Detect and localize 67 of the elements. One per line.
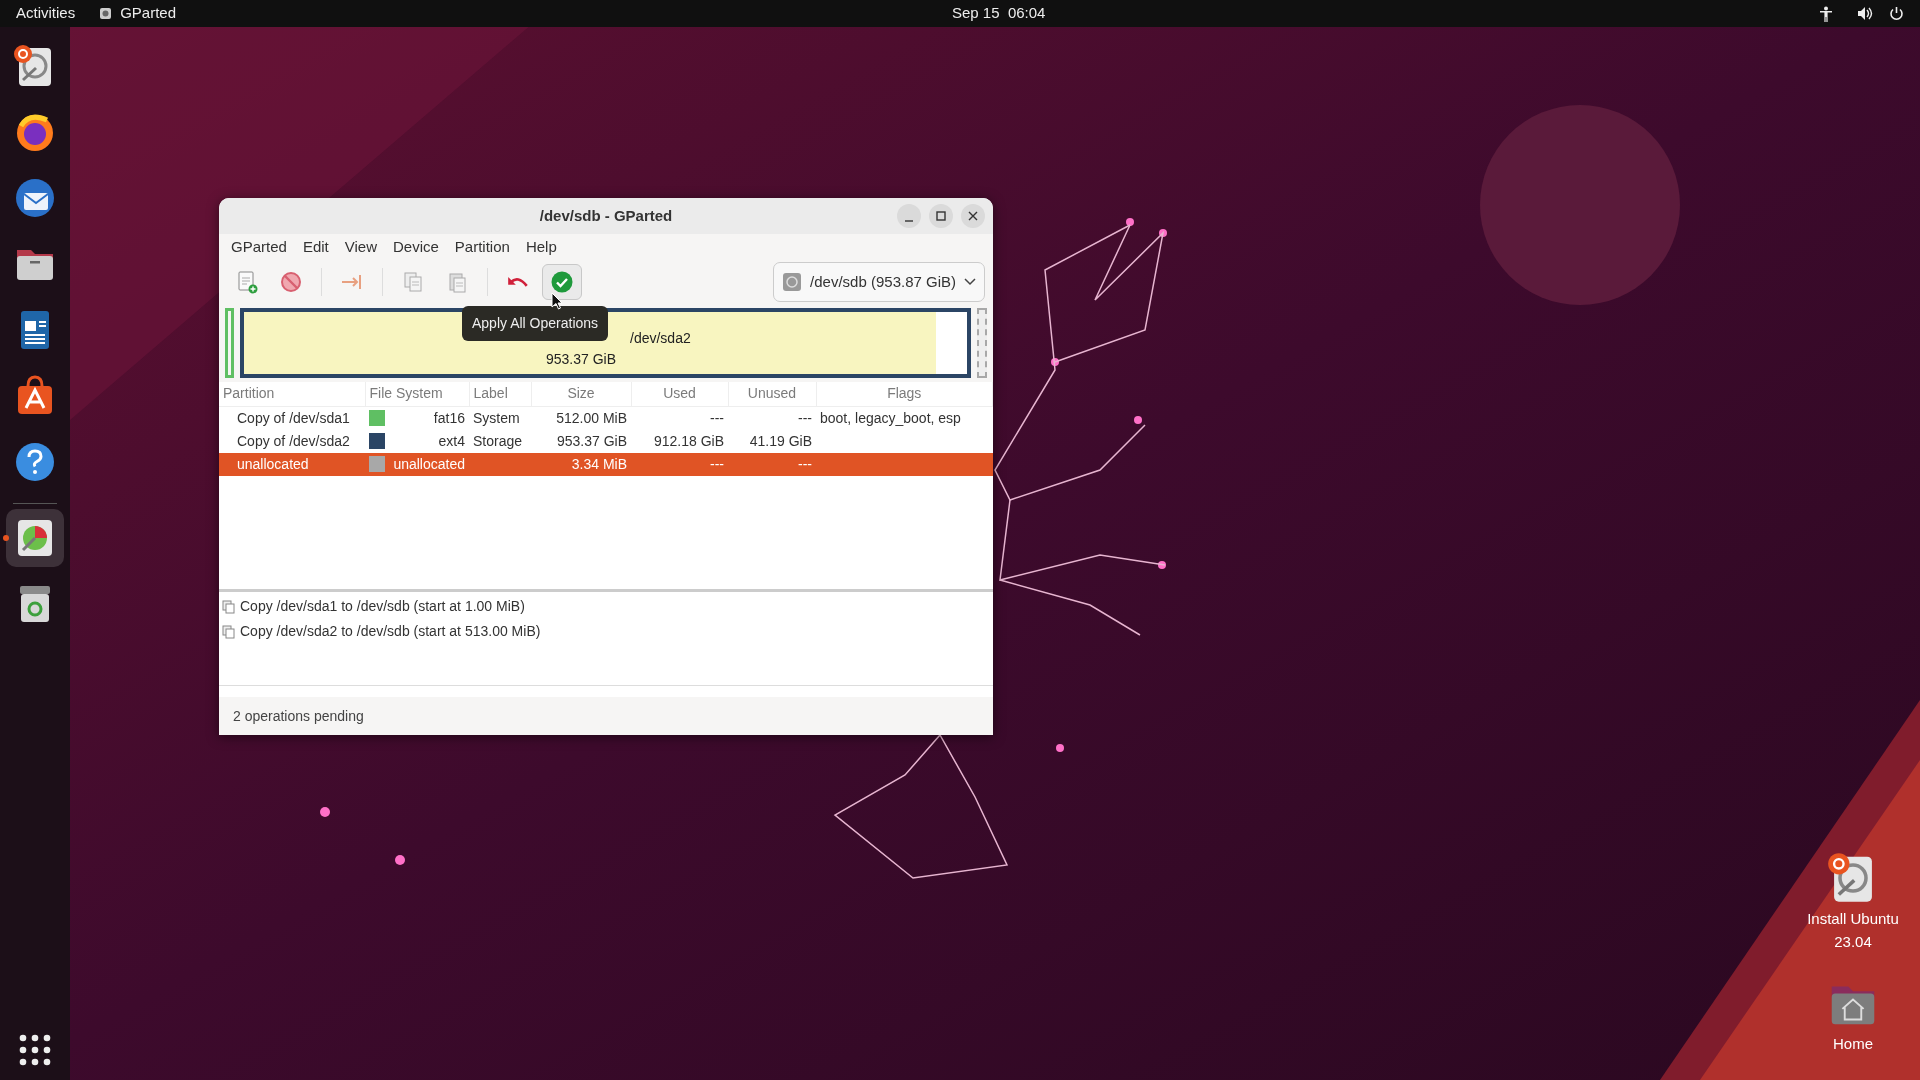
table-cell: 953.37 GiB xyxy=(556,432,627,449)
table-cell: System xyxy=(473,409,520,426)
app-menu[interactable]: GParted xyxy=(99,2,177,25)
table-cell: 3.34 MiB xyxy=(571,455,627,472)
table-cell: Copy of /dev/sda1 xyxy=(237,409,350,426)
accessibility-icon[interactable] xyxy=(1819,5,1833,22)
copy-icon xyxy=(222,599,236,614)
table-cell: --- xyxy=(798,455,812,472)
prohibited-icon xyxy=(279,270,303,294)
table-cell: boot, legacy_boot, esp xyxy=(820,409,961,426)
minimize-button[interactable] xyxy=(897,204,921,228)
table-cell-text: unallocated xyxy=(393,454,465,474)
operation-item: Copy /dev/sda1 to /dev/sdb (start at 1.00 MiB) xyxy=(240,597,525,616)
help-icon[interactable] xyxy=(13,440,57,484)
menu-item[interactable]: View xyxy=(336,235,385,259)
column-header: Partition xyxy=(219,382,365,406)
status-text: 2 operations pending xyxy=(233,706,364,726)
partition-label: /dev/sda2 xyxy=(630,329,691,348)
mail-icon[interactable] xyxy=(13,176,57,220)
tooltip: Apply All Operations xyxy=(462,306,609,341)
menu-item[interactable]: Edit xyxy=(294,235,337,259)
apply-button[interactable] xyxy=(542,264,582,300)
menu-item[interactable]: Partition xyxy=(446,235,518,259)
minimize-icon xyxy=(905,219,913,222)
column-header: Unused xyxy=(728,382,816,406)
table-cell: --- xyxy=(798,409,812,426)
table-cell: 41.19 GiB xyxy=(749,432,812,449)
table-cell: 912.18 GiB xyxy=(653,432,724,449)
activities-button[interactable]: Activities xyxy=(16,2,76,25)
device-selector[interactable]: /dev/sdb (953.87 GiB) xyxy=(773,262,985,302)
icon-label: Home xyxy=(1832,1034,1874,1054)
table-cell-text: ext4 xyxy=(438,431,465,451)
volume-icon[interactable] xyxy=(1857,6,1873,21)
partition-row[interactable]: Copy of /dev/sda1 fat16 System 512.00 MiB --- --- boot, legacy_boot, esp xyxy=(219,406,993,430)
table-cell: --- xyxy=(710,409,724,426)
table-cell: unallocated xyxy=(237,455,309,472)
close-button[interactable] xyxy=(961,204,985,228)
check-icon xyxy=(550,270,574,294)
operation-item: Copy /dev/sda2 to /dev/sdb (start at 513.00 MiB) xyxy=(240,622,541,641)
clock[interactable]: Sep 15 06:04 xyxy=(952,2,1046,25)
menu-item[interactable]: GParted xyxy=(223,235,295,259)
column-header: File System xyxy=(365,382,469,406)
partition-row[interactable]: unallocated unallocated 3.34 MiB --- --- xyxy=(219,452,993,476)
column-header: Used xyxy=(631,382,728,406)
app-name: GParted xyxy=(120,3,177,24)
menu-item[interactable]: Help xyxy=(517,235,565,259)
column-header: Flags xyxy=(816,382,993,406)
chevron-down-icon xyxy=(964,278,976,286)
copy-icon xyxy=(222,624,236,639)
icon-label: Install Ubuntu 23.04 xyxy=(1806,909,1900,952)
power-icon[interactable] xyxy=(1889,6,1904,21)
table-cell: --- xyxy=(710,455,724,472)
undo-icon xyxy=(507,276,529,288)
partition-row[interactable]: Copy of /dev/sda2 ext4 Storage 953.37 GiB 912.18 GiB 41.19 GiB xyxy=(219,429,993,453)
table-cell: 512.00 MiB xyxy=(556,409,627,426)
app-grid-icon[interactable] xyxy=(19,1034,51,1066)
table-cell-text: fat16 xyxy=(433,408,465,428)
new-document-icon xyxy=(235,270,259,294)
partition-size: 953.37 GiB xyxy=(546,350,617,369)
window-title: /dev/sdb - GParted xyxy=(539,205,673,226)
copy-icon xyxy=(401,270,425,294)
table-cell: Copy of /dev/sda2 xyxy=(237,432,350,449)
column-header: Size xyxy=(531,382,631,406)
menu-item[interactable]: Device xyxy=(385,235,447,259)
maximize-button[interactable] xyxy=(929,204,953,228)
column-header: Label xyxy=(469,382,531,406)
table-cell: Storage xyxy=(473,432,523,449)
